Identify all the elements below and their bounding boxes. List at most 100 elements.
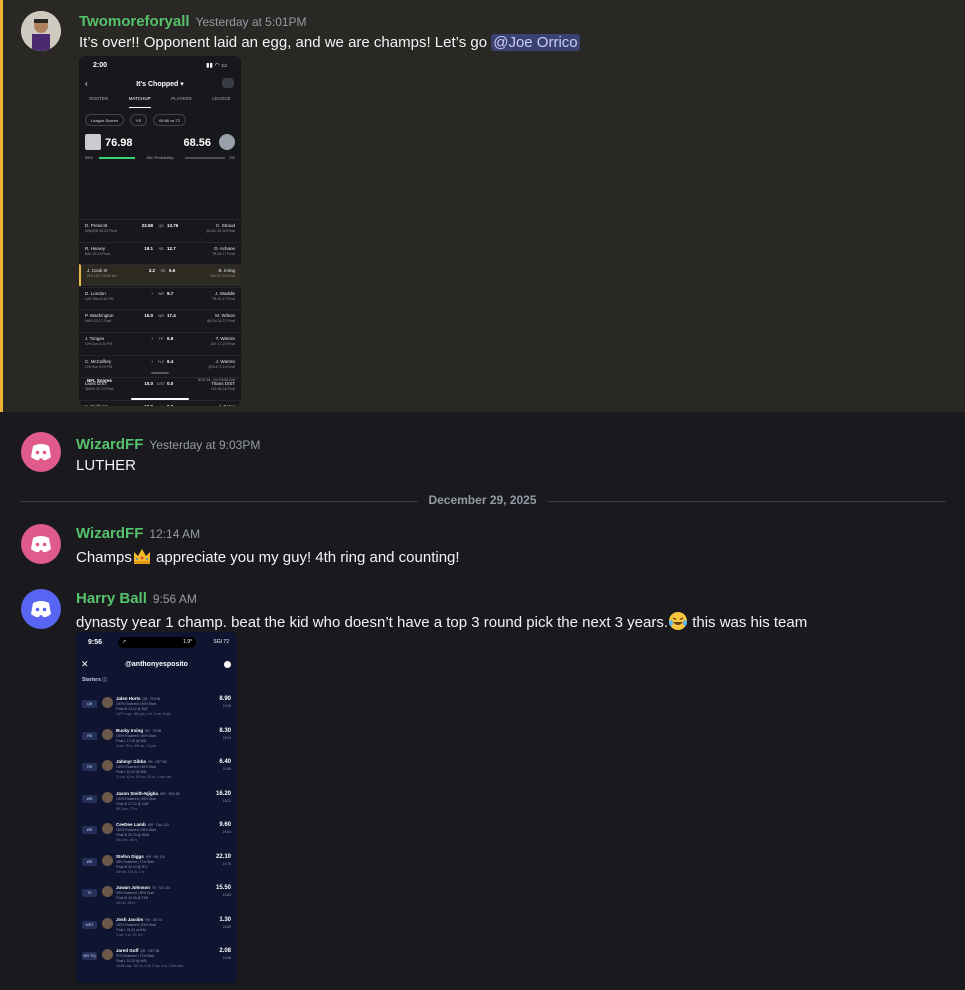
player-game: Final L 24-41 vs BAL — [116, 927, 147, 932]
player-stats: 16/28 cmp, 187 rs, 1 int, 3 car, 2 rs, 2… — [116, 964, 183, 968]
laughing-tears-icon — [669, 612, 688, 630]
player-left-game: MNS 23-17 Final — [85, 319, 112, 324]
roster-player-row: WR T/Q Jared Goff QB · DET 85 97% Rostered … — [76, 946, 237, 977]
author-name[interactable]: WizardFF — [76, 436, 143, 453]
player-points: 9.60 — [219, 822, 231, 828]
player-right-game: TB 20-17 Final — [212, 251, 235, 256]
position-badge: RB — [82, 763, 97, 771]
player-name: Stefon Diggs WR · NE 110 — [116, 854, 165, 859]
player-left-name: J. Cook III — [87, 268, 108, 274]
player-right-game: JAX 17-23 Final — [210, 342, 235, 346]
message-author[interactable]: Harry Ball 9:56 AM — [76, 590, 197, 607]
matchup-row: D. London LAR Mon 5:15 PM - WR 9.7 J. Waddle T… — [79, 286, 241, 309]
author-name[interactable]: WizardFF — [76, 525, 143, 542]
date-divider: December 29, 2025 — [0, 493, 965, 507]
player-left-points: - — [151, 336, 154, 341]
player-game: Final W 42-10 @ NYJ — [116, 864, 148, 869]
message-text-part: appreciate you my guy! 4th ring and coun… — [151, 549, 460, 566]
avatar[interactable] — [21, 11, 61, 51]
position-badge: WR — [82, 794, 97, 803]
position-label: WR — [158, 291, 164, 296]
player-stats: 9 car, 78 rs, 5/8 rec, 14 yds — [116, 743, 156, 748]
chat-icon — [222, 78, 234, 88]
player-name-text: Bucky Irving — [116, 727, 144, 733]
status-time: 9:56 — [88, 639, 103, 646]
player-points: 22.10 — [215, 853, 231, 860]
roster-player-row: QB Jalen Hurts QB · PHI 85 100% Rostered | … — [76, 694, 237, 725]
prob-bar-left — [99, 157, 135, 159]
player-left-points: 22.68 — [141, 223, 153, 228]
player-stats: 5/10 rec, 46 rs — [116, 838, 138, 842]
dynamic-island: ↗ 1.9* — [118, 637, 196, 648]
player-name-text: Josh Jacobs — [116, 916, 144, 922]
message-wizardff: WizardFF Yesterday at 9:03PM LUTHER — [0, 420, 965, 480]
player-projection: 14.75 — [222, 861, 231, 866]
tab-matchup: MATCHUP — [128, 96, 151, 108]
player-left-points: 10.0 — [139, 404, 153, 406]
discord-logo-icon — [31, 444, 51, 461]
attachment-image-roster[interactable]: 9:56 ↗ 1.9* SGI 72 ✕ @anthonyesposito St… — [76, 632, 237, 983]
starters-header: Starters ◫ — [82, 677, 108, 683]
pill-other-score: 69.86 vs 72 — [153, 114, 186, 126]
author-name[interactable]: Harry Ball — [76, 590, 147, 607]
attachment-image-matchup[interactable]: 2:00 ▮▮ ◠ ▭ ‹ It's Chopped ▾ ROSTER MATC… — [79, 56, 241, 406]
avatar[interactable] — [21, 589, 61, 629]
player-left-game: MIN@W 30-23 Final — [85, 229, 117, 233]
tab-players: PLAYERS — [171, 96, 192, 101]
player-right-game: @LAC 20-30 Final — [206, 229, 235, 233]
user-mention[interactable]: @Joe Orrico — [491, 34, 580, 51]
player-points: 15.50 — [215, 885, 231, 891]
avatar[interactable] — [21, 432, 61, 472]
message-text-part: Champs — [76, 549, 132, 566]
player-projection: 21.86 — [222, 767, 231, 771]
player-points: 6.40 — [219, 759, 231, 765]
player-left-points: - — [151, 290, 154, 296]
avatar[interactable] — [21, 524, 61, 564]
island-left: ↗ — [122, 639, 127, 645]
position-label: D/ST — [157, 382, 165, 387]
player-team: WR · SEA 88 — [160, 791, 180, 796]
player-name: Jalen Hurts QB · PHI 85 — [116, 696, 160, 701]
player-right-name: J. Waddle — [215, 290, 235, 296]
author-name[interactable]: Twomoreforyall — [79, 13, 190, 30]
message-author[interactable]: Twomoreforyall Yesterday at 5:01PM — [79, 13, 307, 30]
nfl-scores-label: NFL Scores — [87, 378, 112, 383]
player-right-game: NO 26-34 Final — [211, 387, 235, 392]
prob-label: Win Probability — [146, 155, 174, 160]
player-headshot-icon — [102, 886, 113, 897]
player-right-name: J. Warren — [215, 358, 235, 364]
roster-player-row: WR Stefon Diggs WR · NE 110 98% Rostered | … — [76, 852, 237, 883]
player-right-name: D. Achane — [214, 245, 235, 251]
player-right-points: 13.76 — [167, 223, 179, 228]
player-headshot-icon — [102, 917, 113, 929]
prob-bar-right — [185, 157, 225, 159]
player-name: Jahmyr Gibbs RB · DET 85 — [116, 759, 167, 764]
player-headshot-icon — [102, 823, 113, 834]
message-author[interactable]: WizardFF Yesterday at 9:03PM — [76, 436, 260, 453]
player-rostered: 100% Rostered | 96% Start — [116, 733, 156, 738]
player-left-game: BAL 20-13 Final — [85, 251, 110, 256]
player-right-game: MIA 17-20 Final — [210, 274, 235, 279]
island-right: 1.9* — [183, 639, 192, 645]
timestamp: Yesterday at 5:01PM — [195, 15, 307, 29]
timestamp: Yesterday at 9:03PM — [149, 438, 261, 452]
player-projection: 15.04 — [222, 735, 231, 740]
player-points: 2.08 — [219, 948, 231, 954]
player-right-name: C. Stroud — [215, 223, 235, 228]
player-left-name: J. Tonges — [85, 336, 105, 341]
player-name: Josh Jacobs RB · GB 74 — [116, 917, 162, 922]
player-name-text: Jaxon Smith-Njigba — [116, 790, 159, 796]
message-author[interactable]: WizardFF 12:14 AM — [76, 525, 200, 542]
team-logo-icon — [85, 134, 101, 150]
player-left-points: 10.0 — [144, 381, 153, 387]
player-headshot-icon — [102, 728, 113, 740]
league-name: It's Chopped — [136, 81, 179, 88]
roster-handle: @anthonyesposito — [125, 661, 188, 668]
nfl-live-score: NYG 34 - LV 3 5:56 2nd — [197, 378, 235, 382]
player-right-game: TB 20-17 Final — [212, 296, 235, 301]
player-name: Jared Goff QB · DET 85 — [116, 948, 159, 953]
player-rostered: 98% Rostered | 71% Start — [116, 859, 155, 864]
player-stats: 4 car, 3 rs, 1/1 rec — [116, 932, 143, 937]
player-left-points: 3.2 — [148, 268, 155, 274]
matchup-pills: League Scores VS 69.86 vs 72 — [85, 114, 241, 126]
